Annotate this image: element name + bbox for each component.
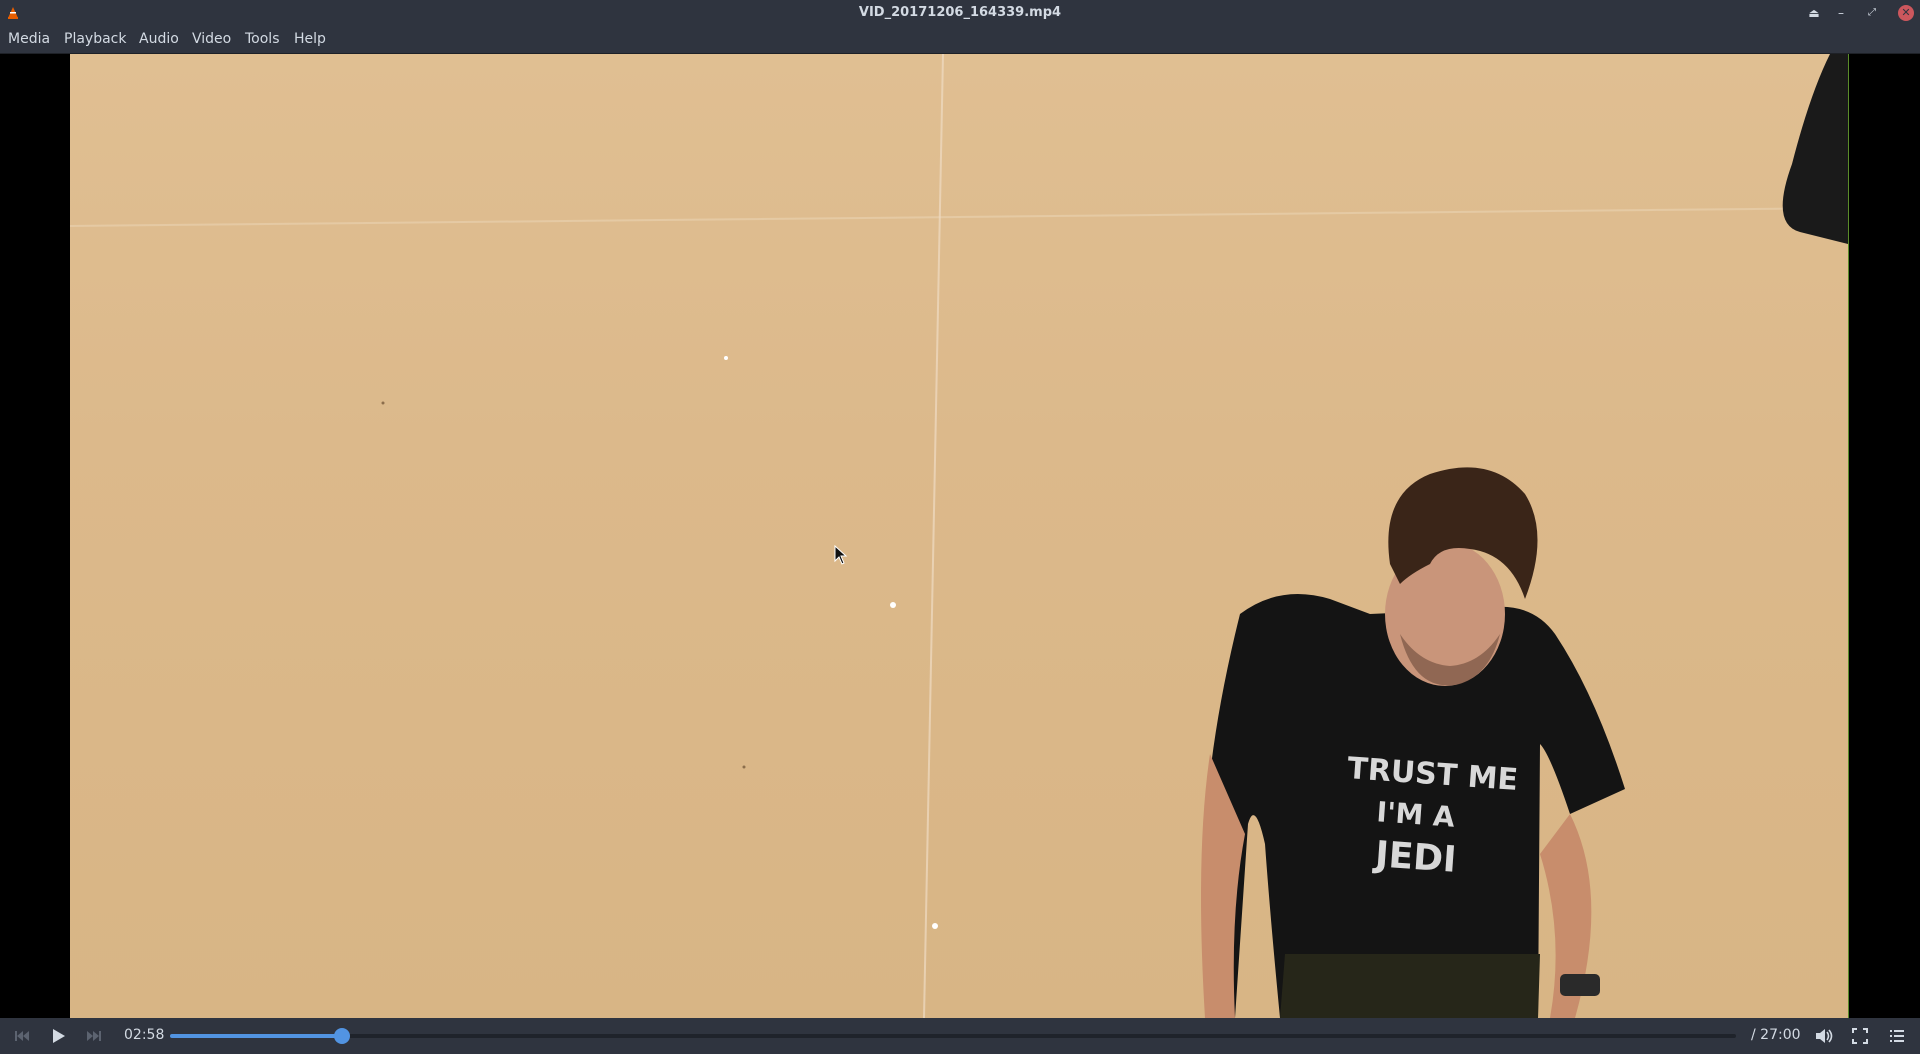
seek-handle[interactable] — [334, 1028, 351, 1044]
menu-playback[interactable]: Playback — [64, 31, 126, 47]
video-area[interactable]: TRUST ME I'M A JEDI — [0, 54, 1920, 1018]
skip-forward-icon[interactable] — [83, 1025, 105, 1047]
seek-bar[interactable] — [170, 1028, 1736, 1044]
seek-progress — [170, 1034, 343, 1038]
eject-icon[interactable]: ⏏ — [1806, 5, 1822, 21]
menu-tools[interactable]: Tools — [245, 31, 280, 47]
menu-bar: Media Playback Audio Video Tools Help — [0, 26, 1920, 54]
video-frame[interactable]: TRUST ME I'M A JEDI — [70, 54, 1849, 1018]
minimize-button[interactable]: – — [1833, 5, 1849, 21]
menu-video[interactable]: Video — [192, 31, 231, 47]
current-time: 02:58 — [124, 1027, 165, 1043]
mouse-cursor-icon — [834, 545, 848, 565]
playback-controls: 02:58 / 27:00 — [0, 1018, 1920, 1054]
playlist-icon[interactable] — [1886, 1025, 1908, 1047]
close-button[interactable]: ✕ — [1898, 5, 1914, 21]
skip-back-icon[interactable] — [11, 1025, 33, 1047]
menu-media[interactable]: Media — [8, 31, 50, 47]
volume-icon[interactable] — [1813, 1025, 1835, 1047]
play-icon[interactable] — [47, 1025, 69, 1047]
menu-audio[interactable]: Audio — [139, 31, 179, 47]
shirt-text-line3: JEDI — [1371, 834, 1458, 881]
window-title: VID_20171206_164339.mp4 — [858, 5, 1062, 20]
media-player-window: VID_20171206_164339.mp4 ⏏ – ⤢ ✕ Media Pl… — [0, 0, 1920, 1054]
video-scene: TRUST ME I'M A JEDI — [70, 54, 1848, 1018]
menu-help[interactable]: Help — [294, 31, 326, 47]
maximize-button[interactable]: ⤢ — [1864, 5, 1880, 21]
fullscreen-icon[interactable] — [1849, 1025, 1871, 1047]
title-bar[interactable]: VID_20171206_164339.mp4 ⏏ – ⤢ ✕ — [0, 0, 1920, 26]
shirt-text-line2: I'M A — [1375, 795, 1456, 833]
total-time: / 27:00 — [1751, 1027, 1801, 1043]
